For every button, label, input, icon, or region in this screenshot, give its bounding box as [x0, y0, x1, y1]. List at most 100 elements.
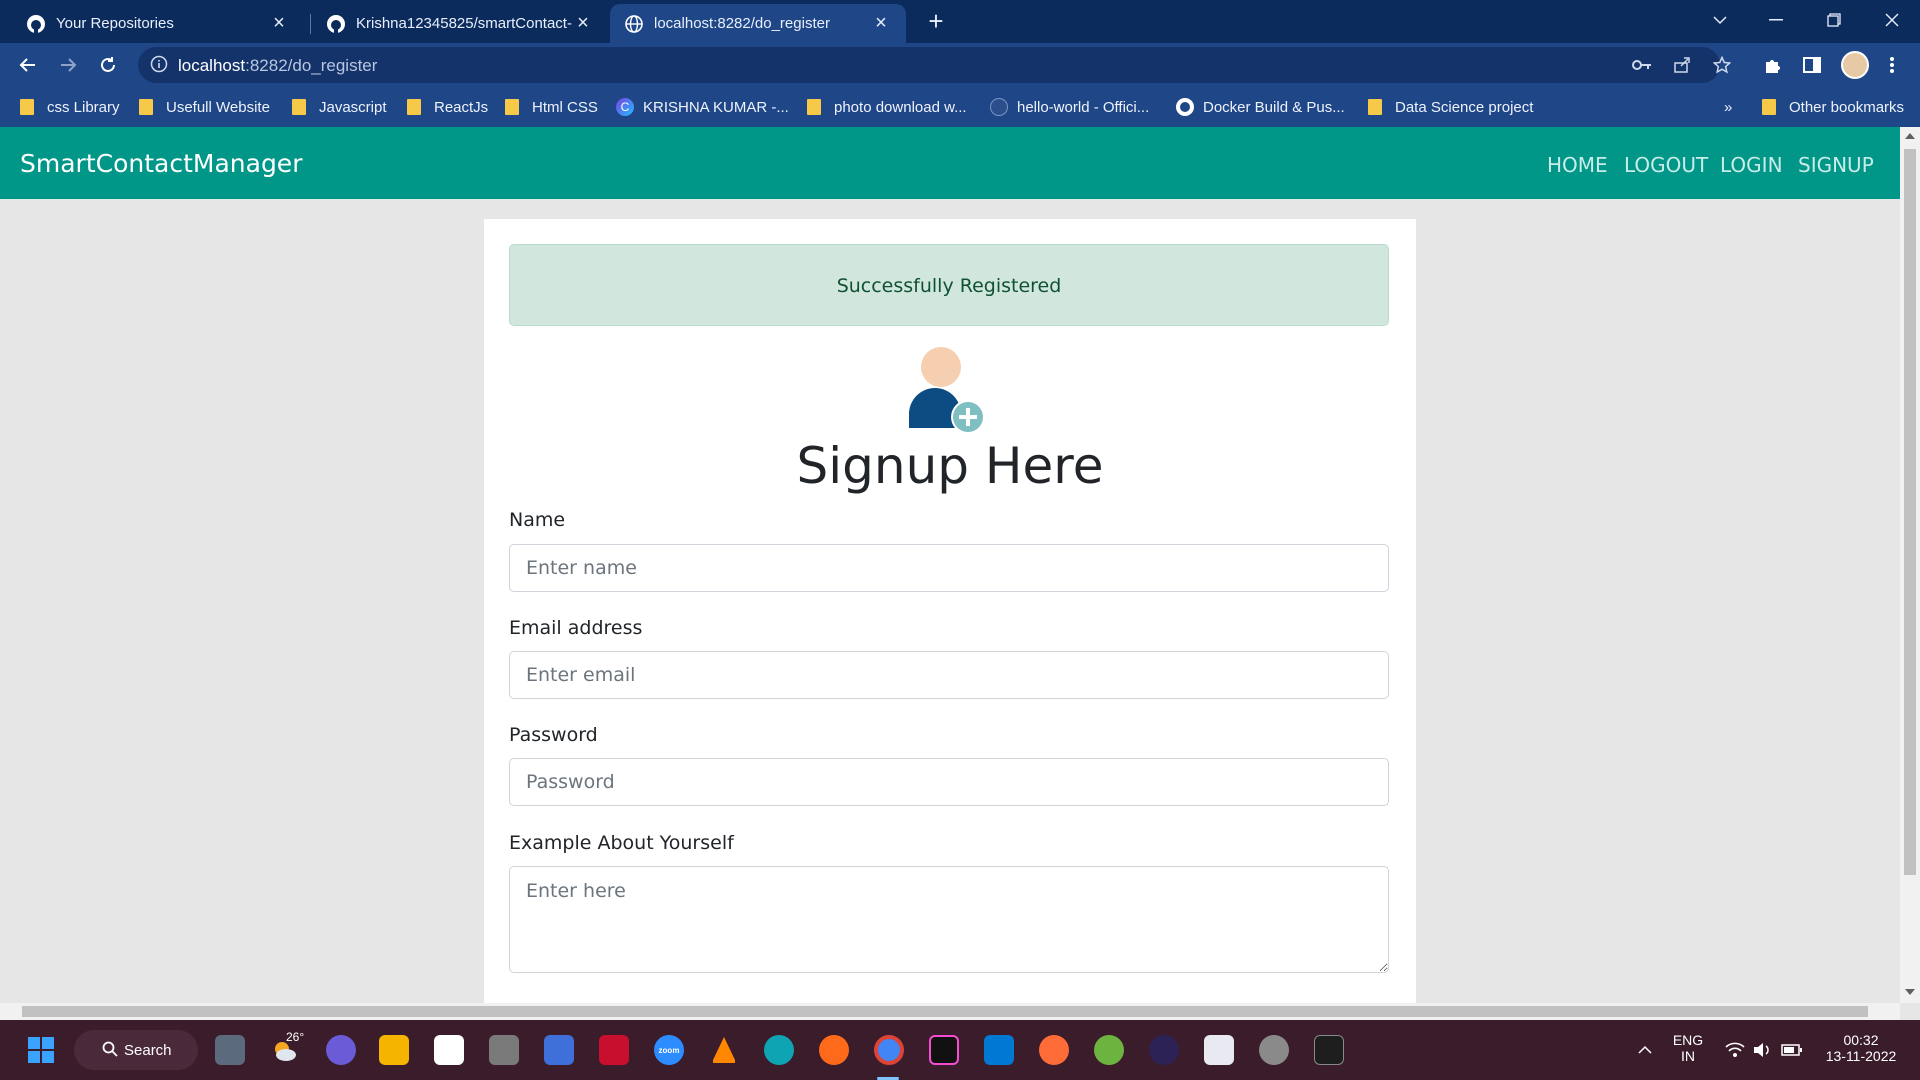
search-icon: [102, 1041, 118, 1061]
teams-chat-icon[interactable]: [326, 1035, 356, 1065]
back-button[interactable]: [12, 49, 44, 81]
intellij-icon[interactable]: [929, 1035, 959, 1065]
kebab-menu-icon[interactable]: [1880, 53, 1904, 77]
profile-avatar[interactable]: [1841, 51, 1869, 79]
address-bar[interactable]: localhost:8282/do_register: [138, 47, 1731, 83]
brand-link[interactable]: SmartContactManager: [20, 149, 302, 178]
horizontal-scrollbar[interactable]: [0, 1003, 1900, 1020]
name-input[interactable]: [509, 544, 1389, 592]
forward-button[interactable]: [52, 49, 84, 81]
folder-icon: [505, 99, 519, 115]
share-icon[interactable]: [1672, 55, 1692, 75]
folder-icon: [1368, 99, 1382, 115]
battery-icon[interactable]: [1777, 1035, 1807, 1065]
bookmark-html-css[interactable]: Html CSS: [505, 96, 598, 118]
scroll-up-icon[interactable]: [1905, 133, 1915, 139]
volume-icon[interactable]: [1748, 1035, 1778, 1065]
site-info-icon[interactable]: [150, 55, 168, 78]
eclipse-icon[interactable]: [1149, 1035, 1179, 1065]
star-bookmark-icon[interactable]: [1712, 55, 1732, 75]
firefox-icon[interactable]: [819, 1035, 849, 1065]
signup-title: Signup Here: [796, 437, 1104, 495]
nav-home-link[interactable]: HOME: [1547, 153, 1608, 177]
terminal-icon[interactable]: [1314, 1035, 1344, 1065]
url-text: localhost:8282/do_register: [178, 56, 378, 75]
password-input[interactable]: [509, 758, 1389, 806]
side-panel-icon[interactable]: [1800, 53, 1824, 77]
postman-icon[interactable]: [1039, 1035, 1069, 1065]
browser-tab-strip: Your Repositories × Krishna12345825/smar…: [0, 0, 1920, 43]
minimize-button[interactable]: [1748, 0, 1804, 40]
zoom-icon[interactable]: zoom: [654, 1035, 684, 1065]
bookmark-data-science[interactable]: Data Science project: [1368, 96, 1533, 118]
app-settings-hex-icon[interactable]: [489, 1035, 519, 1065]
tab-do-register[interactable]: localhost:8282/do_register ×: [610, 4, 906, 43]
file-explorer-icon[interactable]: [379, 1035, 409, 1065]
nav-logout-link[interactable]: LOGOUT: [1624, 153, 1708, 177]
extensions-puzzle-icon[interactable]: [1761, 53, 1785, 77]
about-label: Example About Yourself: [509, 832, 734, 854]
name-label: Name: [509, 509, 566, 531]
nav-signup-link[interactable]: SIGNUP: [1798, 153, 1874, 177]
chrome-icon[interactable]: [874, 1035, 904, 1065]
tray-chevron-up-icon[interactable]: [1630, 1035, 1660, 1065]
window-close-button[interactable]: [1864, 0, 1920, 40]
new-tab-button[interactable]: +: [922, 8, 950, 36]
about-textarea[interactable]: [509, 866, 1389, 973]
horizontal-scroll-thumb[interactable]: [22, 1006, 1868, 1017]
add-user-icon: [903, 346, 995, 438]
bookmark-other-bookmarks[interactable]: Other bookmarks: [1762, 96, 1904, 118]
task-view-icon[interactable]: [215, 1035, 245, 1065]
close-icon[interactable]: ×: [870, 12, 892, 35]
bookmark-javascript[interactable]: Javascript: [292, 96, 387, 118]
vlc-icon[interactable]: [709, 1035, 739, 1065]
bookmark-docker-build[interactable]: Docker Build & Pus...: [1176, 96, 1345, 118]
language-indicator[interactable]: ENG IN: [1668, 1032, 1708, 1064]
folder-icon: [20, 99, 34, 115]
tab-title: Your Repositories: [56, 15, 174, 32]
bookmark-hello-world[interactable]: hello-world - Offici...: [990, 96, 1149, 118]
vertical-scroll-thumb[interactable]: [1904, 149, 1916, 875]
key-icon[interactable]: [1632, 55, 1652, 75]
tab-title: Krishna12345825/smartContact-r: [356, 15, 572, 32]
email-input[interactable]: [509, 651, 1389, 699]
docker-icon: [990, 98, 1008, 116]
bookmark-krishna-kumar[interactable]: C KRISHNA KUMAR -...: [616, 96, 789, 118]
bookmark-usefull-website[interactable]: Usefull Website: [139, 96, 270, 118]
microsoft-store-icon[interactable]: [434, 1035, 464, 1065]
bookmark-photo-download[interactable]: photo download w...: [807, 96, 967, 118]
snipping-tool-icon[interactable]: [1204, 1035, 1234, 1065]
bookmarks-overflow-button[interactable]: »: [1724, 96, 1732, 118]
mcafee-icon[interactable]: [599, 1035, 629, 1065]
clock[interactable]: 00:32 13-11-2022: [1820, 1032, 1902, 1064]
bookmark-reactjs[interactable]: ReactJs: [407, 96, 488, 118]
globe-icon: [624, 14, 644, 34]
folder-icon: [1762, 99, 1776, 115]
settings-gear-icon[interactable]: [1259, 1035, 1289, 1065]
email-label: Email address: [509, 617, 643, 639]
password-label: Password: [509, 724, 598, 746]
restore-button[interactable]: [1806, 0, 1862, 40]
reload-button[interactable]: [92, 49, 124, 81]
edge-icon[interactable]: [764, 1035, 794, 1065]
vscode-icon[interactable]: [984, 1035, 1014, 1065]
tab-separator: [310, 14, 311, 34]
folder-icon: [807, 99, 821, 115]
tab-smartcontact-repo[interactable]: Krishna12345825/smartContact-r ×: [312, 4, 608, 43]
scroll-down-icon[interactable]: [1905, 989, 1915, 995]
taskbar-search-button[interactable]: Search: [74, 1030, 198, 1070]
vertical-scrollbar[interactable]: [1900, 127, 1920, 1003]
spring-tools-icon[interactable]: [1094, 1035, 1124, 1065]
tab-search-chevron-icon[interactable]: [1692, 0, 1748, 40]
signup-card: Successfully Registered Signup Here Name…: [484, 219, 1416, 1003]
page-viewport: SmartContactManager HOME LOGOUT LOGIN SI…: [0, 127, 1900, 1003]
windows-taskbar: Search 26° zoom ENG IN 00:32 13-11-2022: [0, 1020, 1920, 1080]
close-icon[interactable]: ×: [572, 12, 594, 35]
close-icon[interactable]: ×: [268, 12, 290, 35]
windows-start-icon[interactable]: [26, 1035, 56, 1065]
nav-login-link[interactable]: LOGIN: [1720, 153, 1783, 177]
wifi-icon[interactable]: [1720, 1035, 1750, 1065]
math-app-icon[interactable]: [544, 1035, 574, 1065]
bookmark-css-library[interactable]: css Library: [20, 96, 120, 118]
tab-your-repositories[interactable]: Your Repositories ×: [12, 4, 304, 43]
